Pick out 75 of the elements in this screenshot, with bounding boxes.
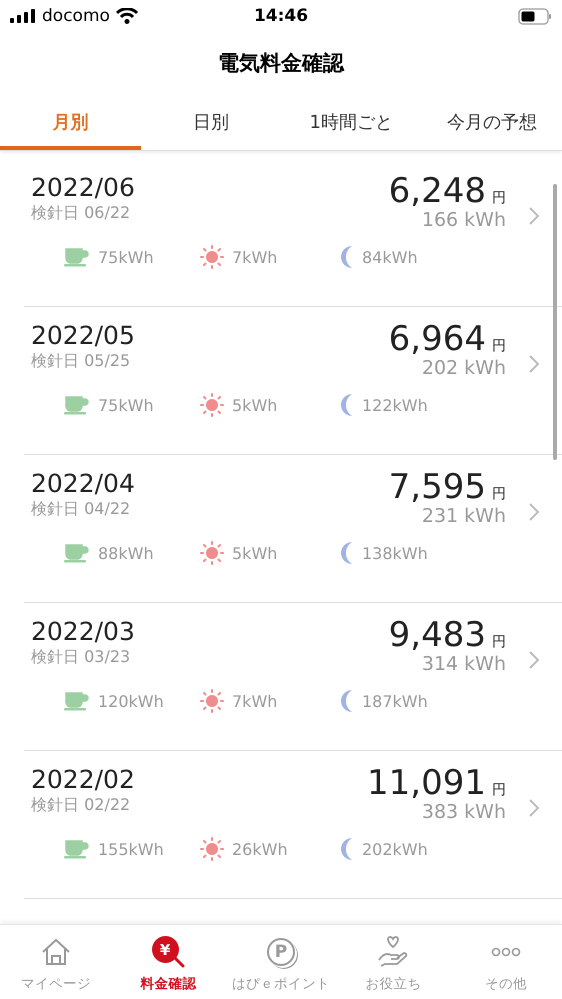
scrollbar[interactable] <box>553 184 557 460</box>
cup-icon <box>64 543 90 563</box>
usage-value: 120kWh <box>98 692 164 710</box>
chevron-right-icon[interactable] <box>529 355 539 373</box>
wifi-icon <box>116 8 138 24</box>
currency-unit: 円 <box>492 337 506 355</box>
bill-month: 2022/06 <box>31 173 136 203</box>
usage-value: 5kWh <box>232 544 278 562</box>
meter-reading-date: 検針日 06/22 <box>31 203 132 224</box>
usage-value: 26kWh <box>232 840 288 858</box>
sun-icon <box>200 245 224 269</box>
bill-amount: 11,091 <box>367 765 486 801</box>
home-icon <box>41 938 72 966</box>
more-dots-icon <box>490 947 521 957</box>
bill-month: 2022/02 <box>31 765 136 795</box>
total-usage: 202 kWh <box>422 357 506 379</box>
sun-icon <box>200 393 224 417</box>
bill-amount: 6,964 <box>388 321 486 357</box>
tab[interactable]: 1時間ごと <box>281 97 422 150</box>
sun-icon <box>200 689 224 713</box>
nav-item[interactable]: ¥ 料金確認 <box>112 925 225 999</box>
chevron-right-icon[interactable] <box>529 651 539 669</box>
nav-item[interactable]: マイページ <box>0 925 112 999</box>
bill-amount: 9,483 <box>388 617 486 653</box>
currency-unit: 円 <box>492 485 506 503</box>
cup-icon <box>64 839 90 859</box>
page-title: 電気料金確認 <box>218 51 344 75</box>
bill-amount: 7,595 <box>388 469 486 505</box>
bill-month: 2022/05 <box>31 321 136 351</box>
battery-icon <box>518 8 552 24</box>
currency-unit: 円 <box>492 633 506 651</box>
nav-item[interactable]: その他 <box>450 925 562 999</box>
usage-value: 84kWh <box>362 248 418 266</box>
point-coin-icon: P <box>267 938 296 966</box>
usage-value: 75kWh <box>98 248 154 266</box>
sun-icon <box>200 837 224 861</box>
chevron-right-icon[interactable] <box>529 799 539 817</box>
currency-unit: 円 <box>492 781 506 799</box>
nav-item[interactable]: お役立ち <box>337 925 450 999</box>
carrier-name: docomo <box>42 6 110 26</box>
usage-value: 7kWh <box>232 692 278 710</box>
tab[interactable]: 日別 <box>140 97 281 150</box>
total-usage: 383 kWh <box>422 801 506 823</box>
bill-month: 2022/04 <box>31 469 136 499</box>
total-usage: 231 kWh <box>422 505 506 527</box>
usage-value: 138kWh <box>362 544 428 562</box>
usage-value: 187kWh <box>362 692 428 710</box>
total-usage: 314 kWh <box>422 653 506 675</box>
meter-reading-date: 検針日 04/22 <box>31 499 132 520</box>
usage-value: 7kWh <box>232 248 278 266</box>
usage-value: 5kWh <box>232 396 278 414</box>
usage-value: 122kWh <box>362 396 428 414</box>
meter-reading-date: 検針日 03/23 <box>31 647 132 668</box>
usage-value: 155kWh <box>98 840 164 858</box>
heart-hand-icon <box>377 936 410 968</box>
usage-value: 88kWh <box>98 544 154 562</box>
cup-icon <box>64 247 90 267</box>
bill-amount: 6,248 <box>388 173 486 209</box>
meter-reading-date: 検針日 02/22 <box>31 795 132 816</box>
usage-value: 202kWh <box>362 840 428 858</box>
total-usage: 166 kWh <box>422 209 506 231</box>
sun-icon <box>200 541 224 565</box>
tab[interactable]: 今月の予想 <box>422 97 562 150</box>
cup-icon <box>64 691 90 711</box>
meter-reading-date: 検針日 05/25 <box>31 351 132 372</box>
signal-icon <box>10 9 36 23</box>
bill-month: 2022/03 <box>31 617 136 647</box>
usage-value: 75kWh <box>98 396 154 414</box>
currency-unit: 円 <box>492 189 506 207</box>
chevron-right-icon[interactable] <box>529 207 539 225</box>
chevron-right-icon[interactable] <box>529 503 539 521</box>
tab[interactable]: 月別 <box>0 97 140 150</box>
cup-icon <box>64 395 90 415</box>
clock-time: 14:46 <box>254 6 308 26</box>
nav-item[interactable]: P はぴｅポイント <box>224 925 338 999</box>
